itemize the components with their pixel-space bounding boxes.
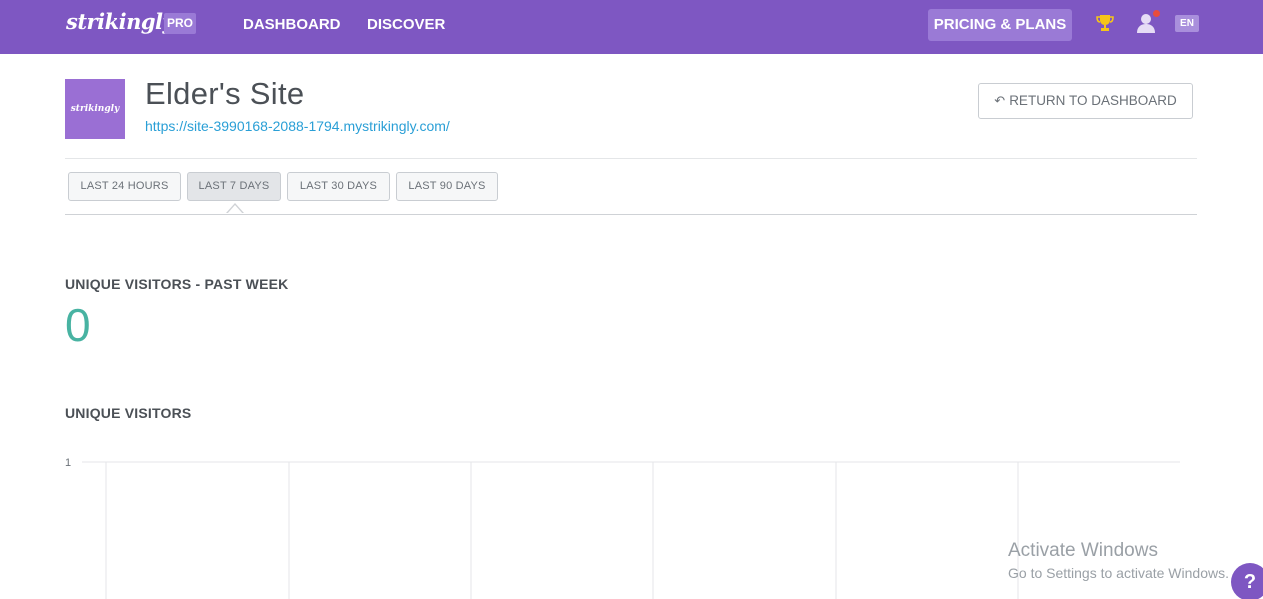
tab-last-7-days[interactable]: LAST 7 DAYS [187,172,281,201]
help-button[interactable]: ? [1231,563,1263,599]
pricing-plans-button[interactable]: PRICING & PLANS [928,9,1072,41]
nav-discover[interactable]: DISCOVER [367,16,445,33]
nav-dashboard[interactable]: DASHBOARD [243,16,341,33]
site-url-link[interactable]: https://site-3990168-2088-1794.mystrikin… [145,118,450,134]
return-arrow-icon: ↶ [994,93,1006,108]
unique-visitors-count: 0 [65,299,91,351]
return-to-dashboard-button[interactable]: ↶ RETURN TO DASHBOARD [978,83,1193,119]
site-title: Elder's Site [145,76,305,111]
notification-dot [1153,10,1160,17]
language-selector[interactable]: EN [1175,15,1199,32]
chart-vertical-gridlines [105,462,1019,599]
tab-last-24-hours[interactable]: LAST 24 HOURS [68,172,181,201]
return-label: RETURN TO DASHBOARD [1009,93,1177,108]
activate-windows-title: Activate Windows [1008,540,1158,561]
tab-last-30-days[interactable]: LAST 30 DAYS [287,172,390,201]
header-divider [65,158,1197,159]
active-tab-caret-fill [227,205,243,214]
top-navigation-bar: strikingly PRO DASHBOARD DISCOVER PRICIN… [0,0,1263,54]
activate-windows-subtitle: Go to Settings to activate Windows. [1008,565,1229,581]
unique-visitors-week-label: UNIQUE VISITORS - PAST WEEK [65,276,289,292]
pro-badge: PRO [164,13,196,34]
y-tick-label: 1 [65,457,71,469]
site-thumbnail: strikingly [65,79,125,139]
strikingly-logo[interactable]: strikingly [66,9,175,34]
trophy-icon[interactable] [1094,12,1116,39]
unique-visitors-chart-label: UNIQUE VISITORS [65,405,192,421]
tabs-divider [65,214,1197,215]
tab-last-90-days[interactable]: LAST 90 DAYS [396,172,498,201]
